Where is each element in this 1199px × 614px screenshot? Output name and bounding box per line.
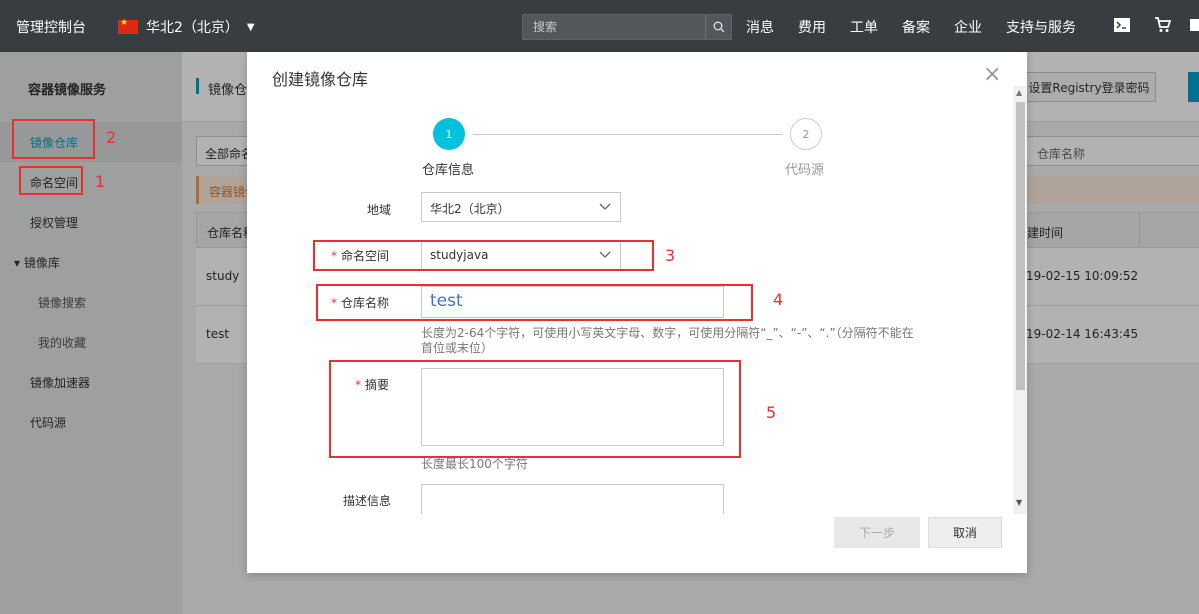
- menu-enterprise[interactable]: 企业: [954, 17, 982, 37]
- search-icon[interactable]: [705, 15, 731, 39]
- step-connector: [473, 134, 783, 135]
- dialog-title: 创建镜像仓库: [272, 70, 369, 89]
- annotation-box-5: [329, 360, 741, 458]
- caret-down-icon: ▼: [246, 21, 255, 33]
- close-icon[interactable]: ×: [983, 64, 1001, 86]
- top-navigation-bar: 管理控制台 华北2（北京） ▼ 消息 费用 工单 备案 企业 支持与服务: [0, 0, 1199, 52]
- annotation-box-1: [19, 166, 83, 195]
- region-label: 华北2（北京）: [146, 20, 239, 36]
- menu-icp[interactable]: 备案: [902, 17, 930, 37]
- menu-billing[interactable]: 费用: [798, 17, 826, 37]
- region-select[interactable]: 华北2（北京）: [421, 192, 621, 222]
- annotation-box-3: [313, 240, 654, 271]
- annotation-number-3: 3: [665, 246, 676, 265]
- console-home-link[interactable]: 管理控制台: [16, 17, 86, 37]
- top-menu: 消息 费用 工单 备案 企业 支持与服务: [746, 17, 1100, 37]
- description-label: 描述信息: [343, 494, 392, 508]
- annotation-number-2: 2: [106, 128, 117, 147]
- scrollbar-thumb[interactable]: [1016, 102, 1025, 390]
- menu-support[interactable]: 支持与服务: [1006, 17, 1076, 37]
- step-1-label: 仓库信息: [422, 163, 475, 178]
- region-selector[interactable]: 华北2（北京） ▼: [118, 17, 255, 37]
- annotation-number-1: 1: [95, 172, 106, 191]
- china-flag-icon: [118, 18, 138, 34]
- annotation-box-2: [12, 119, 95, 159]
- scroll-down-icon[interactable]: ▼: [1016, 498, 1022, 507]
- region-label: 地域: [367, 203, 392, 217]
- next-step-button[interactable]: 下一步: [834, 517, 920, 548]
- step-2-label: 代码源: [785, 163, 825, 178]
- search-box: [522, 14, 732, 40]
- annotation-number-5: 5: [766, 403, 777, 422]
- annotation-box-4: [316, 284, 753, 321]
- scroll-up-icon[interactable]: ▲: [1016, 88, 1022, 97]
- region-select-value: 华北2（北京）: [430, 202, 510, 216]
- search-input[interactable]: [523, 15, 705, 39]
- summary-hint: 长度最长100个字符: [421, 457, 528, 471]
- step-2-indicator: 2: [790, 118, 822, 150]
- cart-icon[interactable]: [1154, 17, 1172, 37]
- menu-messages[interactable]: 消息: [746, 17, 774, 37]
- repo-name-hint: 长度为2-64个字符，可使用小写英文字母、数字，可使用分隔符“_”、“-”、“.…: [421, 326, 914, 355]
- step-1-indicator: 1: [433, 118, 465, 150]
- annotation-number-4: 4: [773, 290, 784, 309]
- menu-tickets[interactable]: 工单: [850, 17, 878, 37]
- description-textarea[interactable]: [421, 484, 724, 514]
- terminal-icon[interactable]: [1114, 18, 1130, 36]
- more-icon[interactable]: [1190, 17, 1199, 37]
- chevron-down-icon: [598, 199, 612, 216]
- dialog-scrollbar[interactable]: ▲ ▼: [1013, 86, 1027, 514]
- cancel-button[interactable]: 取消: [928, 517, 1002, 548]
